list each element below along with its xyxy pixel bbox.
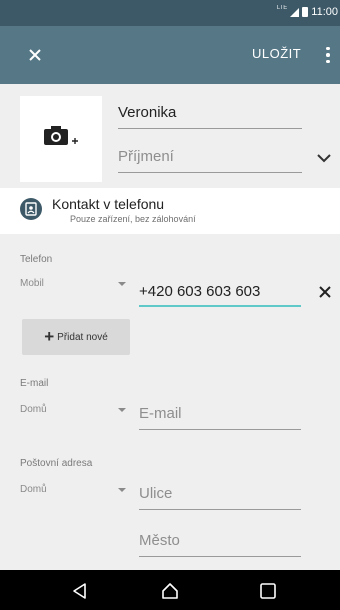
account-selector[interactable]: Kontakt v telefonu Pouze zařízení, bez z… [0, 188, 340, 234]
navigation-bar [0, 570, 340, 610]
contact-card-icon [20, 198, 42, 220]
account-title: Kontakt v telefonu [52, 196, 165, 212]
home-icon[interactable] [160, 582, 180, 600]
add-photo-button[interactable] [20, 96, 102, 182]
network-type: LTE [276, 5, 288, 11]
add-new-label: Přidat nové [57, 331, 108, 343]
app-bar: ULOŽIT [0, 26, 340, 84]
email-section-label: E-mail [20, 378, 49, 389]
phone-type-select[interactable]: Mobil [20, 278, 130, 289]
phone-input[interactable]: +420 603 603 603 [139, 283, 301, 300]
address-type-select[interactable]: Domů [20, 484, 130, 495]
chevron-down-icon[interactable] [316, 150, 332, 166]
address-type-value: Domů [20, 484, 47, 495]
email-input[interactable]: E-mail [139, 405, 301, 422]
clear-phone-icon[interactable] [318, 285, 332, 299]
more-options-button[interactable] [320, 42, 336, 68]
last-name-underline [118, 172, 302, 173]
status-icons: LTE 11:00 [276, 5, 338, 18]
signal-icon [290, 7, 300, 17]
email-type-value: Domů [20, 404, 47, 415]
city-input[interactable]: Město [139, 532, 301, 549]
last-name-input[interactable]: Příjmení [118, 148, 302, 165]
phone-underline [139, 305, 301, 307]
edit-contact-screen: LTE 11:00 ULOŽIT Veronika Příjmení Konta… [0, 0, 340, 610]
email-underline [139, 429, 301, 430]
recents-icon[interactable] [258, 582, 278, 600]
phone-type-value: Mobil [20, 278, 44, 289]
contact-header: Veronika Příjmení [0, 84, 340, 188]
clock: 11:00 [311, 6, 338, 18]
status-bar: LTE 11:00 [0, 0, 340, 26]
city-underline [139, 556, 301, 557]
phone-section-label: Telefon [20, 254, 53, 265]
add-new-button[interactable]: + Přidat nové [22, 319, 130, 355]
back-icon[interactable] [70, 582, 90, 600]
more-vert-icon [326, 46, 330, 51]
dropdown-arrow-icon [118, 488, 126, 492]
close-button[interactable] [22, 42, 48, 68]
close-icon [29, 49, 41, 61]
camera-add-icon [44, 126, 78, 145]
plus-icon: + [44, 327, 55, 346]
street-input[interactable]: Ulice [139, 485, 301, 502]
contact-form: Telefon Mobil +420 603 603 603 + Přidat … [0, 234, 340, 570]
save-button[interactable]: ULOŽIT [252, 46, 301, 61]
dropdown-arrow-icon [118, 408, 126, 412]
dropdown-arrow-icon [118, 282, 126, 286]
first-name-input[interactable]: Veronika [118, 104, 302, 121]
account-subtitle: Pouze zařízení, bez zálohování [70, 214, 196, 224]
address-section-label: Poštovní adresa [20, 458, 93, 469]
email-type-select[interactable]: Domů [20, 404, 130, 415]
battery-icon [302, 7, 309, 17]
first-name-underline [118, 128, 302, 129]
street-underline [139, 509, 301, 510]
